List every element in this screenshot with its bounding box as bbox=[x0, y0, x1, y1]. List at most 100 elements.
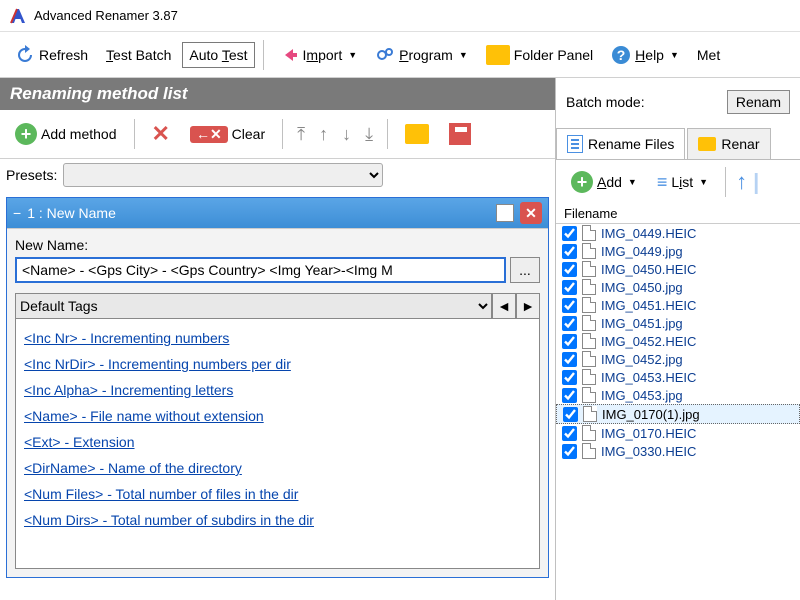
open-preset-button[interactable] bbox=[398, 119, 436, 149]
document-icon bbox=[582, 443, 596, 459]
file-row[interactable]: IMG_0450.HEIC bbox=[556, 260, 800, 278]
x-icon: ✕ bbox=[152, 121, 170, 147]
tab-rename-folders[interactable]: Renar bbox=[687, 128, 770, 159]
file-checkbox[interactable] bbox=[562, 298, 577, 313]
main-toolbar: Refresh Test Batch Auto Test Import▼ Pro… bbox=[0, 32, 800, 78]
file-row[interactable]: IMG_0452.HEIC bbox=[556, 332, 800, 350]
file-row[interactable]: IMG_0449.HEIC bbox=[556, 224, 800, 242]
move-top-button[interactable]: ⤒ bbox=[293, 124, 309, 145]
plus-icon: + bbox=[571, 171, 593, 193]
met-button-truncated[interactable]: Met bbox=[690, 42, 727, 68]
tag-link[interactable]: <Ext> - Extension bbox=[24, 429, 531, 455]
file-checkbox[interactable] bbox=[562, 426, 577, 441]
tab-rename-files[interactable]: Rename Files bbox=[556, 128, 685, 159]
chevron-down-icon: ▼ bbox=[699, 177, 708, 187]
file-row[interactable]: IMG_0452.jpg bbox=[556, 350, 800, 368]
new-name-label: New Name: bbox=[15, 237, 540, 253]
file-name: IMG_0449.HEIC bbox=[601, 226, 696, 241]
refresh-button[interactable]: Refresh bbox=[8, 40, 95, 70]
file-name: IMG_0170(1).jpg bbox=[602, 407, 700, 422]
help-button[interactable]: ? Help▼ bbox=[604, 40, 686, 70]
document-icon bbox=[582, 387, 596, 403]
document-icon bbox=[582, 425, 596, 441]
auto-test-button[interactable]: Auto Test bbox=[182, 42, 254, 68]
file-column-header[interactable]: Filename bbox=[556, 204, 800, 224]
file-row[interactable]: IMG_0330.HEIC bbox=[556, 442, 800, 460]
tags-next-button[interactable]: ► bbox=[516, 293, 540, 319]
collapse-toggle[interactable]: − bbox=[13, 205, 21, 221]
clear-methods-button[interactable]: ←✕ Clear bbox=[183, 121, 272, 148]
page-icon bbox=[567, 135, 583, 153]
tag-link[interactable]: <Inc Alpha> - Incrementing letters bbox=[24, 377, 531, 403]
move-file-up-button[interactable]: ↑ bbox=[736, 169, 747, 195]
file-name: IMG_0453.jpg bbox=[601, 388, 683, 403]
gears-icon bbox=[375, 45, 395, 65]
tag-link[interactable]: <Inc NrDir> - Incrementing numbers per d… bbox=[24, 351, 531, 377]
file-name: IMG_0453.HEIC bbox=[601, 370, 696, 385]
file-checkbox[interactable] bbox=[562, 334, 577, 349]
document-icon bbox=[582, 261, 596, 277]
presets-label: Presets: bbox=[6, 167, 57, 183]
move-down-button[interactable]: ↓ bbox=[338, 124, 355, 145]
import-icon bbox=[279, 45, 299, 65]
method-enabled-checkbox[interactable]: ✓ bbox=[496, 204, 514, 222]
program-button[interactable]: Program▼ bbox=[368, 40, 475, 70]
new-name-input[interactable] bbox=[15, 257, 506, 283]
list-button[interactable]: ≡ List▼ bbox=[650, 167, 715, 198]
delete-method-button[interactable]: ✕ bbox=[145, 116, 177, 152]
import-button[interactable]: Import▼ bbox=[272, 40, 365, 70]
file-checkbox[interactable] bbox=[563, 407, 578, 422]
chevron-down-icon: ▼ bbox=[670, 50, 679, 60]
move-file-truncated[interactable]: | bbox=[753, 169, 759, 195]
tag-link[interactable]: <Num Dirs> - Total number of subdirs in … bbox=[24, 507, 531, 533]
method-remove-button[interactable]: ✕ bbox=[520, 202, 542, 224]
file-row[interactable]: IMG_0451.jpg bbox=[556, 314, 800, 332]
save-preset-button[interactable] bbox=[442, 118, 478, 150]
tag-link[interactable]: <Num Files> - Total number of files in t… bbox=[24, 481, 531, 507]
add-files-button[interactable]: + Add▼ bbox=[564, 166, 644, 198]
file-checkbox[interactable] bbox=[562, 316, 577, 331]
file-checkbox[interactable] bbox=[562, 370, 577, 385]
left-pane: Renaming method list + Add method ✕ ←✕ C… bbox=[0, 78, 556, 600]
move-up-button[interactable]: ↑ bbox=[315, 124, 332, 145]
tags-prev-button[interactable]: ◄ bbox=[492, 293, 516, 319]
document-icon bbox=[582, 225, 596, 241]
file-tabs: Rename Files Renar bbox=[556, 120, 800, 160]
document-icon bbox=[582, 369, 596, 385]
file-row[interactable]: IMG_0449.jpg bbox=[556, 242, 800, 260]
title-bar: Advanced Renamer 3.87 bbox=[0, 0, 800, 32]
test-batch-button[interactable]: Test Batch bbox=[99, 42, 178, 68]
plus-icon: + bbox=[15, 123, 37, 145]
file-checkbox[interactable] bbox=[562, 226, 577, 241]
file-row[interactable]: IMG_0453.HEIC bbox=[556, 368, 800, 386]
tag-link[interactable]: <Name> - File name without extension bbox=[24, 403, 531, 429]
file-name: IMG_0451.jpg bbox=[601, 316, 683, 331]
default-tags-select[interactable]: Default Tags bbox=[15, 293, 492, 319]
save-icon bbox=[449, 123, 471, 145]
tag-link[interactable]: <DirName> - Name of the directory bbox=[24, 455, 531, 481]
file-name: IMG_0449.jpg bbox=[601, 244, 683, 259]
presets-select[interactable] bbox=[63, 163, 383, 187]
file-row[interactable]: IMG_0170.HEIC bbox=[556, 424, 800, 442]
new-name-browse-button[interactable]: ... bbox=[510, 257, 540, 283]
batch-mode-select[interactable]: Renam bbox=[727, 90, 790, 114]
file-checkbox[interactable] bbox=[562, 388, 577, 403]
file-row[interactable]: IMG_0450.jpg bbox=[556, 278, 800, 296]
file-checkbox[interactable] bbox=[562, 280, 577, 295]
tag-link[interactable]: <Inc Nr> - Incrementing numbers bbox=[24, 325, 531, 351]
document-icon bbox=[582, 315, 596, 331]
file-name: IMG_0330.HEIC bbox=[601, 444, 696, 459]
file-row[interactable]: IMG_0451.HEIC bbox=[556, 296, 800, 314]
move-bottom-button[interactable]: ⤓ bbox=[361, 124, 377, 145]
file-checkbox[interactable] bbox=[562, 444, 577, 459]
file-row[interactable]: IMG_0453.jpg bbox=[556, 386, 800, 404]
add-method-button[interactable]: + Add method bbox=[8, 118, 124, 150]
folder-panel-button[interactable]: Folder Panel bbox=[479, 40, 600, 70]
method-item-header[interactable]: − 1 : New Name ✓ ✕ bbox=[7, 198, 548, 228]
method-item-1: − 1 : New Name ✓ ✕ New Name: ... Default… bbox=[6, 197, 549, 578]
svg-text:?: ? bbox=[617, 47, 626, 63]
file-row[interactable]: IMG_0170(1).jpg bbox=[556, 404, 800, 424]
file-checkbox[interactable] bbox=[562, 262, 577, 277]
file-checkbox[interactable] bbox=[562, 352, 577, 367]
file-checkbox[interactable] bbox=[562, 244, 577, 259]
